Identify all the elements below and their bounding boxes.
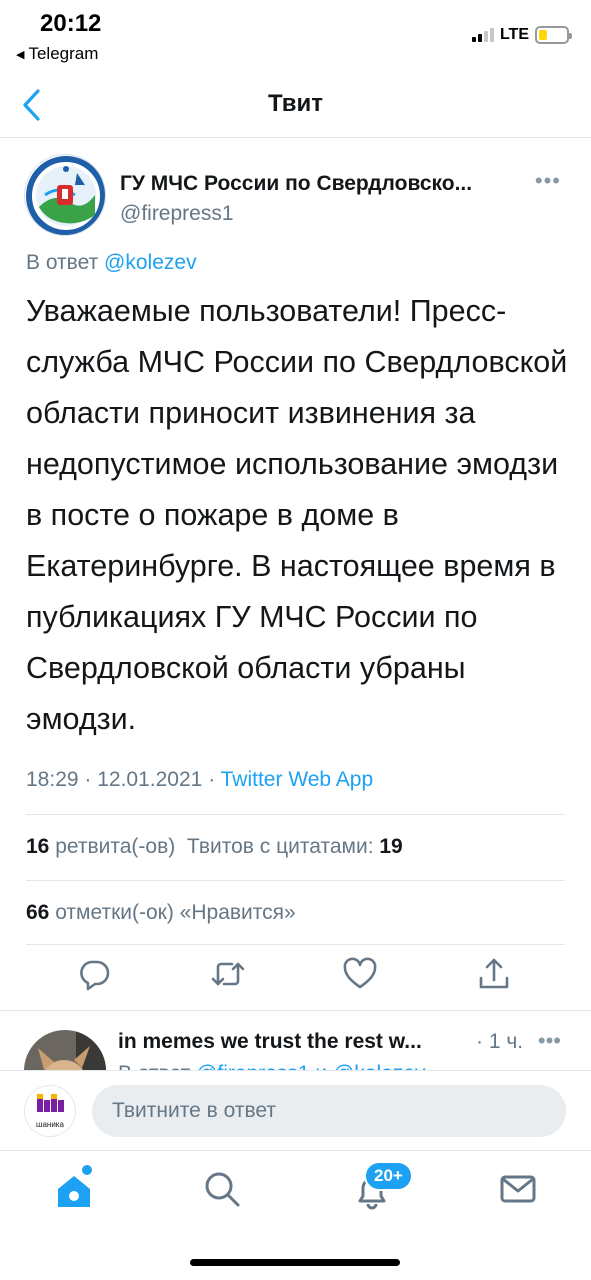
home-new-indicator [82, 1165, 92, 1175]
tweet-text: Уважаемые пользователи! Пресс-служба МЧС… [26, 294, 568, 736]
reply-more-options-icon[interactable]: ••• [538, 1028, 561, 1054]
reply-to-link[interactable]: @kolezev [104, 251, 197, 274]
status-time: 20:12 [40, 10, 102, 37]
tweet-meta: 18:29 · 12.01.2021 · Twitter Web App [26, 768, 373, 792]
messages-icon[interactable] [498, 1169, 538, 1209]
tweet-actions [0, 956, 591, 1000]
reply-preview[interactable]: in memes we trust the rest w... · 1 ч. •… [0, 1012, 591, 1070]
quotes-count: 19 [379, 835, 403, 858]
battery-icon [535, 26, 572, 44]
tweet-date: 12.01.2021 [97, 768, 203, 791]
search-icon[interactable] [202, 1169, 242, 1209]
back-app-label: Telegram [28, 44, 99, 63]
divider [26, 880, 565, 881]
reply-prefix: В ответ [26, 251, 99, 274]
status-indicators: LTE [471, 26, 572, 44]
home-indicator[interactable] [190, 1259, 400, 1266]
likes-label: отметки(-ок) «Нравится» [55, 901, 296, 924]
tweet-time: 18:29 [26, 768, 79, 791]
reply-author-name[interactable]: in memes we trust the rest w... [118, 1030, 422, 1054]
author-name[interactable]: ГУ МЧС России по Свердловско... [120, 172, 472, 196]
dog-avatar-icon [24, 1030, 106, 1070]
more-options-icon[interactable]: ••• [535, 168, 561, 194]
meta-separator: · [84, 768, 98, 791]
nav-bar: Твит [0, 72, 591, 138]
reply-input[interactable] [92, 1085, 566, 1137]
reply-author-avatar[interactable] [24, 1030, 106, 1070]
back-to-app-link[interactable]: ◀ Telegram [16, 44, 98, 64]
reply-prefix: В ответ [118, 1062, 190, 1070]
likes-stats[interactable]: 66 отметки(-ок) «Нравится» [26, 901, 296, 925]
author-handle[interactable]: @firepress1 [120, 202, 234, 226]
meta-separator: · [208, 768, 221, 791]
reply-to-line: В ответ @firepress1 и @kolezev [118, 1062, 426, 1070]
reply-icon[interactable] [76, 956, 112, 992]
share-icon[interactable] [476, 956, 512, 992]
like-icon[interactable] [342, 956, 378, 992]
notifications-badge: 20+ [364, 1161, 413, 1191]
likes-count: 66 [26, 901, 50, 924]
author-avatar[interactable] [24, 154, 106, 236]
retweet-stats[interactable]: 16 ретвита(-ов) Твитов с цитатами: 19 [26, 835, 403, 859]
page-title: Твит [267, 90, 323, 117]
shaninka-logo[interactable]: шаника [24, 1085, 76, 1137]
divider [26, 814, 565, 815]
status-bar: 20:12 ◀ Telegram LTE [0, 0, 591, 72]
reply-time: · 1 ч. [476, 1030, 524, 1053]
back-triangle-icon: ◀ [16, 48, 25, 61]
emercom-emblem-icon [26, 156, 105, 235]
shaninka-logo-icon [37, 1094, 64, 1112]
tab-bar: 20+ [0, 1150, 591, 1280]
divider [0, 1010, 591, 1011]
reply-composer: шаника [0, 1070, 591, 1150]
quotes-label: Твитов с цитатами: [186, 835, 374, 858]
retweets-count: 16 [26, 835, 50, 858]
retweets-label: ретвита(-ов) [55, 835, 176, 858]
divider [26, 944, 565, 945]
source-app-link[interactable]: Twitter Web App [221, 768, 374, 791]
signal-icon [471, 28, 494, 42]
reply-to-line: В ответ @kolezev [26, 251, 197, 275]
network-label: LTE [499, 26, 529, 43]
shaninka-logo-text: шаника [36, 1120, 64, 1129]
home-icon[interactable] [54, 1171, 94, 1211]
retweet-icon[interactable] [210, 956, 246, 992]
reply-to-link[interactable]: @firepress1 и @kolezev [196, 1062, 425, 1070]
